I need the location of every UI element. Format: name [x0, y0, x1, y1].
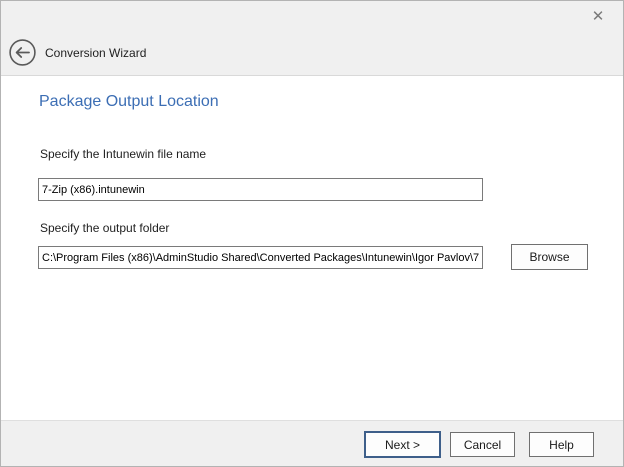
next-button[interactable]: Next >: [364, 431, 441, 458]
wizard-footer: Next > Cancel Help: [1, 420, 623, 466]
help-button[interactable]: Help: [529, 432, 594, 457]
browse-button[interactable]: Browse: [511, 244, 588, 270]
wizard-header: Conversion Wizard ✕: [1, 1, 623, 76]
output-folder-input[interactable]: [38, 246, 483, 269]
back-arrow-icon: [9, 39, 36, 66]
back-button[interactable]: [9, 39, 36, 66]
output-folder-label: Specify the output folder: [40, 221, 169, 235]
intunewin-file-name-input[interactable]: [38, 178, 483, 201]
close-icon[interactable]: ✕: [587, 6, 609, 28]
cancel-button[interactable]: Cancel: [450, 432, 515, 457]
page-title: Package Output Location: [39, 93, 219, 111]
wizard-title: Conversion Wizard: [45, 46, 146, 60]
conversion-wizard-dialog: Conversion Wizard ✕ Package Output Locat…: [0, 0, 624, 467]
wizard-content: Package Output Location Specify the Intu…: [1, 76, 623, 422]
intunewin-file-name-label: Specify the Intunewin file name: [40, 147, 206, 161]
